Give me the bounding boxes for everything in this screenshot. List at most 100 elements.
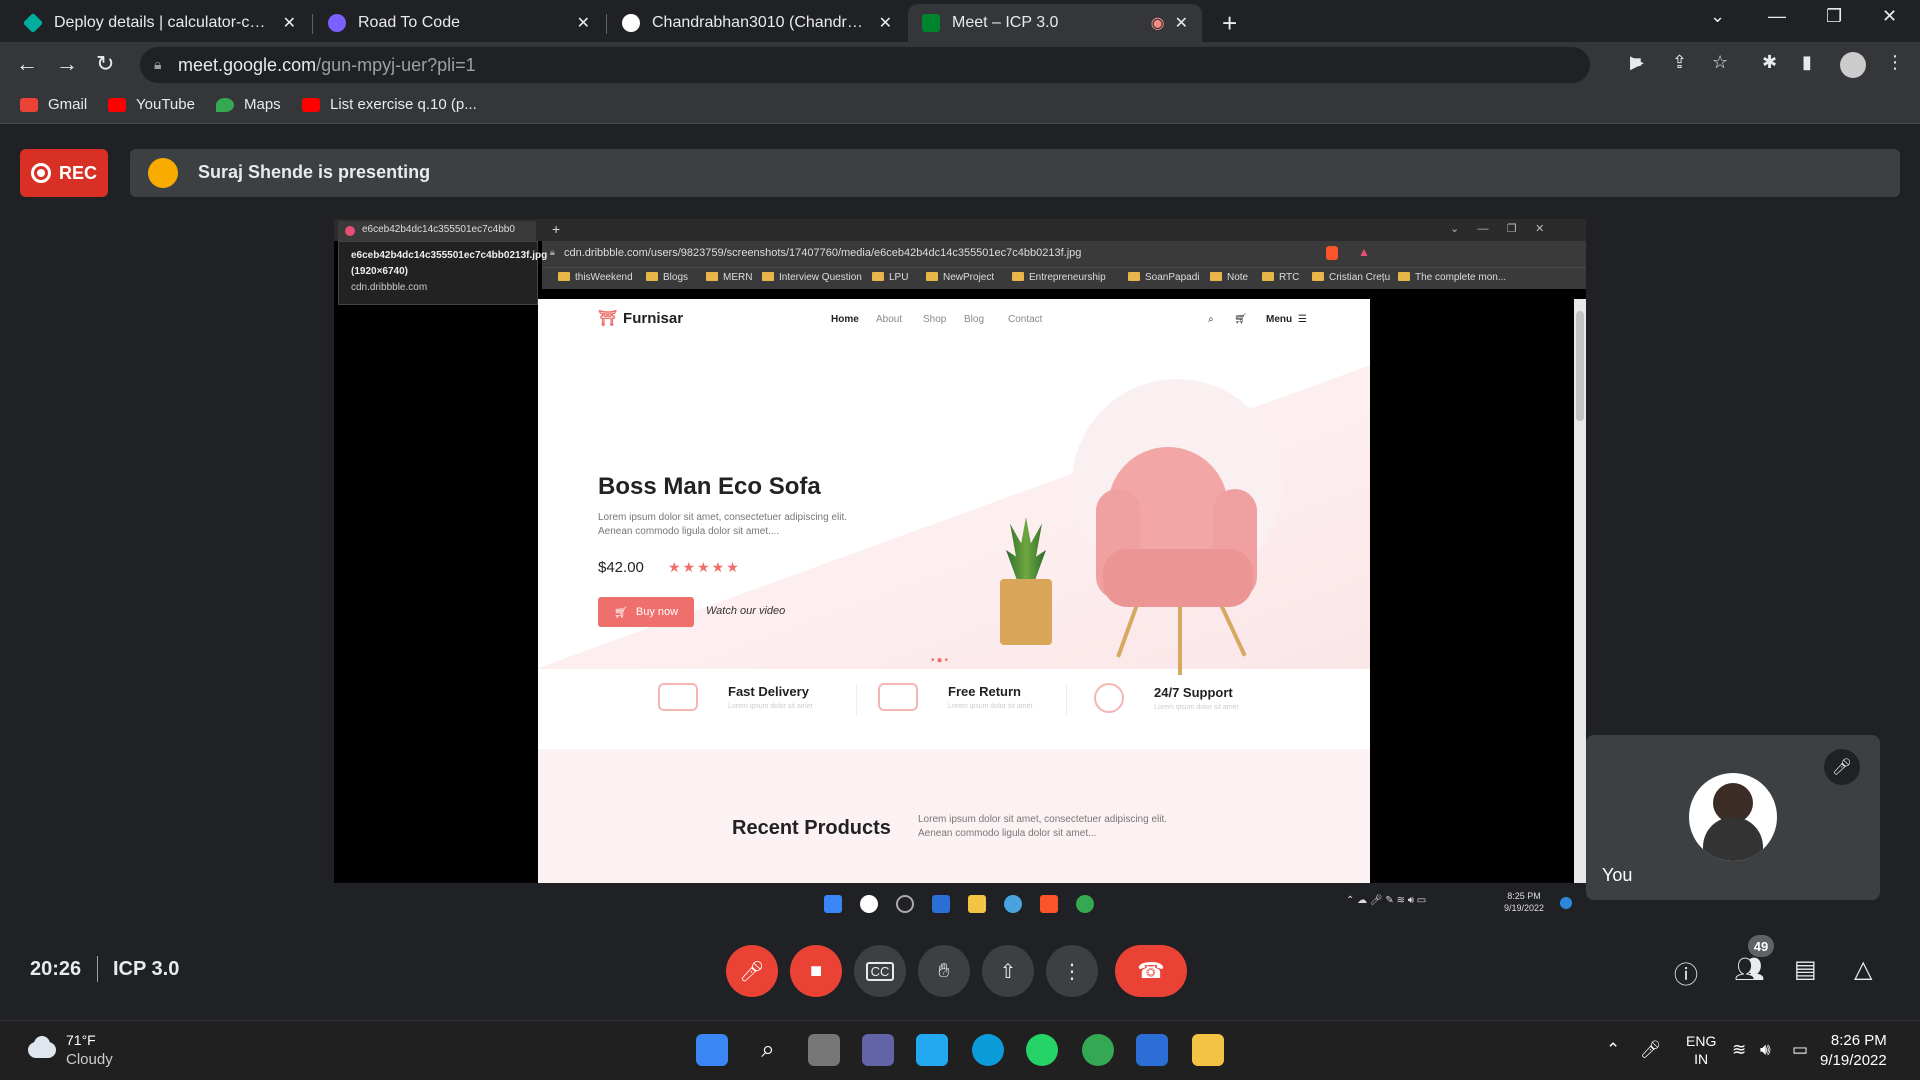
people-icon[interactable]: 👥︎ [1734, 955, 1764, 984]
close-window-button[interactable]: ✕ [1882, 6, 1897, 27]
chrome-icon[interactable] [1082, 1034, 1114, 1066]
shared-url: cdn.dribbble.com/users/9823759/screensho… [564, 247, 1082, 259]
leave-call-button[interactable]: ☎︎ [1115, 945, 1187, 997]
volume-icon[interactable]: 🔊︎ [1760, 1040, 1771, 1060]
battery-icon[interactable]: ▭ [1792, 1040, 1808, 1060]
close-icon[interactable]: ✕ [879, 13, 892, 33]
wifi-icon[interactable]: ≋ [1732, 1040, 1746, 1060]
weather-condition[interactable]: Cloudy [66, 1051, 113, 1068]
video-icon[interactable]: ▶ [1630, 52, 1644, 73]
tooltip-title: e6ceb42b4dc14c355501ec7c4bb0213f.jpg (19… [351, 250, 548, 277]
inner-folder-icon [968, 895, 986, 913]
shared-bookmark: Blogs [646, 272, 688, 283]
camera-off-button[interactable]: ■ [790, 945, 842, 997]
share-icon[interactable]: ⇪ [1672, 52, 1687, 73]
power-automate-icon[interactable] [1136, 1034, 1168, 1066]
shared-bookmark: MERN [706, 272, 752, 283]
shared-address-bar: 🔒︎ cdn.dribbble.com/users/9823759/screen… [542, 241, 1586, 267]
present-icon: ⇧ [999, 960, 1017, 983]
extensions-icon[interactable]: ✱ [1762, 52, 1777, 73]
chair-logo-icon: ⛩︎ [598, 310, 618, 327]
tab-road-to-code[interactable]: Road To Code ✕ [314, 4, 604, 42]
close-icon[interactable]: ✕ [283, 13, 296, 33]
address-bar[interactable]: 🔒︎ meet.google.com/gun-mpyj-uer?pli=1 ■ [140, 47, 1642, 83]
youtube-icon [108, 97, 126, 112]
weather-temperature[interactable]: 71°F [66, 1032, 96, 1048]
recent-products-title: Recent Products [732, 817, 891, 839]
shared-bookmark: RTC [1262, 272, 1299, 283]
brave-icon [1326, 246, 1338, 260]
tab-tooltip: e6ceb42b4dc14c355501ec7c4bb0213f.jpg (19… [338, 241, 548, 305]
task-view-icon[interactable] [808, 1034, 840, 1066]
activities-icon[interactable]: △ [1854, 955, 1872, 984]
chat-icon[interactable]: ▤ [1794, 955, 1817, 984]
more-options-button[interactable]: ⋮ [1046, 945, 1098, 997]
feature-title: Free Return [948, 684, 1021, 699]
minimize-button[interactable]: — [1768, 6, 1786, 27]
rec-label: REC [58, 162, 97, 183]
dribbble-icon [345, 226, 355, 236]
raise-hand-button[interactable]: ✋︎ [918, 945, 970, 997]
file-explorer-icon[interactable] [1192, 1034, 1224, 1066]
tab-github[interactable]: Chandrabhan3010 (Chandrabhan ✕ [608, 4, 906, 42]
lang-bottom: IN [1694, 1051, 1709, 1067]
profile-avatar[interactable] [1840, 52, 1866, 78]
shared-bookmark: Note [1210, 272, 1248, 283]
shared-lock-icon: 🔒︎ [550, 247, 555, 257]
chevron-up-icon[interactable]: ⌃ [1606, 1040, 1620, 1060]
bookmark-gmail[interactable]: Gmail [20, 96, 87, 113]
close-icon[interactable]: ✕ [1175, 13, 1188, 33]
whatsapp-icon[interactable] [1026, 1034, 1058, 1066]
presenter-avatar [148, 158, 178, 188]
self-avatar [1689, 773, 1777, 861]
tab-search-icon[interactable]: ⌄ [1710, 6, 1725, 27]
close-icon[interactable]: ✕ [577, 13, 590, 33]
feature-title: Fast Delivery [728, 684, 809, 699]
bookmark-list-exercise[interactable]: List exercise q.10 (p... [302, 96, 477, 113]
cart-icon: 🛒︎ [613, 606, 628, 619]
self-video-tile[interactable]: 🎤︎ You [1586, 735, 1880, 900]
mic-off-button[interactable]: 🎤︎ [726, 945, 778, 997]
teams-chat-icon[interactable] [862, 1034, 894, 1066]
captions-button[interactable]: CC [854, 945, 906, 997]
new-tab-button[interactable]: + [1222, 8, 1237, 39]
tab-title: Meet – ICP 3.0 [952, 14, 1059, 31]
site-cart-icon: 🛒︎ [1234, 314, 1247, 325]
tab-deploy-details[interactable]: Deploy details | calculator-chand ✕ [10, 4, 310, 42]
bookmark-star-icon[interactable]: ☆ [1712, 52, 1728, 73]
windows-taskbar [0, 1020, 1920, 1080]
hero-price: $42.00 [598, 559, 644, 576]
vscode-icon[interactable] [916, 1034, 948, 1066]
bookmark-youtube[interactable]: YouTube [108, 96, 195, 113]
back-arrow-icon[interactable]: ← [16, 51, 38, 77]
language-indicator[interactable]: ENG IN [1686, 1032, 1716, 1068]
windows-start-icon[interactable] [696, 1034, 728, 1066]
forward-arrow-icon[interactable]: → [56, 51, 78, 77]
site-logo: ⛩︎ Furnisar [598, 309, 683, 327]
tab-meet[interactable]: Meet – ICP 3.0 ◉ ✕ [908, 4, 1202, 42]
restore-button[interactable]: ❐ [1826, 6, 1842, 27]
more-menu-icon[interactable]: ⋮ [1886, 52, 1904, 73]
site-search-icon: ⌕ [1208, 314, 1214, 325]
carousel-dots: •●• [931, 655, 951, 666]
bookmark-label: YouTube [136, 96, 195, 113]
camera-off-icon: ■ [809, 959, 823, 982]
site-nav: ⛩︎ Furnisar Home About Shop Blog Contact … [538, 299, 1370, 339]
system-clock[interactable]: 8:26 PM 9/19/2022 [1820, 1031, 1887, 1071]
feature-support: 24/7 Support Lorem ipsum dolor sit amet [1094, 683, 1238, 713]
nav-shop: Shop [923, 314, 947, 325]
meeting-info-icon[interactable]: ⓘ [1674, 955, 1698, 990]
shared-bookmark: Interview Question [762, 272, 862, 283]
hand-icon: ✋︎ [938, 959, 950, 982]
side-panel-icon[interactable]: ▮ [1802, 52, 1812, 73]
reload-icon[interactable]: ↻ [96, 51, 114, 77]
present-button[interactable]: ⇧ [982, 945, 1034, 997]
recording-badge: REC [20, 149, 108, 197]
edge-icon[interactable] [972, 1034, 1004, 1066]
bookmark-label: List exercise q.10 (p... [330, 96, 477, 113]
shared-tab-strip: e6ceb42b4dc14c355501ec7c4bb0 + ⌄ — ❐ ✕ [334, 219, 1586, 241]
microphone-icon[interactable]: 🎤︎ [1640, 1040, 1662, 1060]
bookmark-maps[interactable]: Maps [216, 96, 281, 113]
search-icon[interactable]: ⌕ [752, 1034, 784, 1066]
recording-indicator-icon: ◉ [1150, 15, 1165, 32]
